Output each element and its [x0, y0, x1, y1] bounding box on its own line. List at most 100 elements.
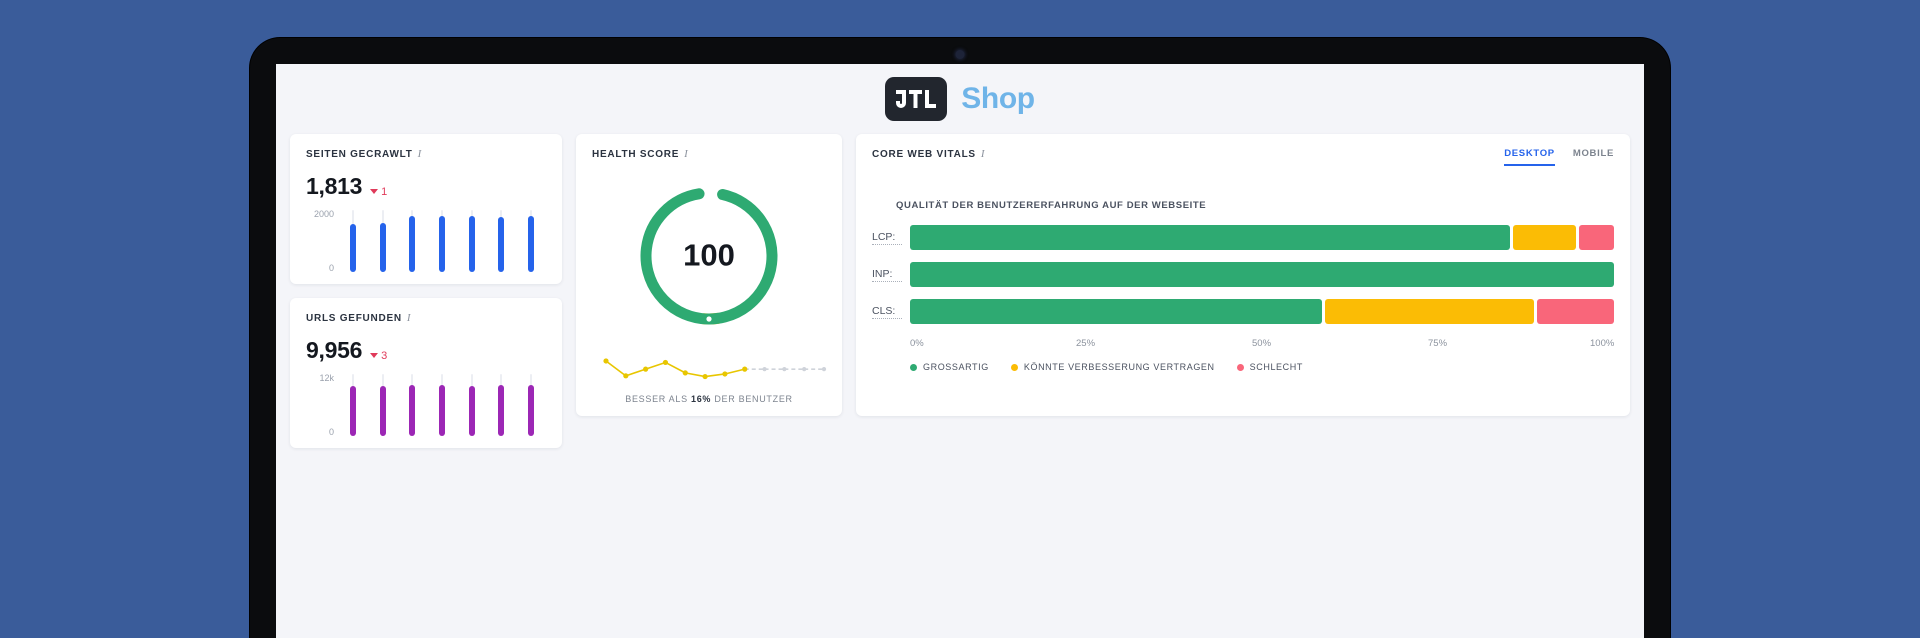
card-title-label: SEITEN GECRAWLT [306, 148, 413, 160]
cwv-segment-mid[interactable] [1513, 225, 1577, 250]
cwv-legend: GROSSARTIG KÖNNTE VERBESSERUNG VERTRAGEN S… [910, 362, 1614, 372]
cwv-subtitle: QUALITÄT DER BENUTZERERFAHRUNG AUF DER W… [896, 200, 1207, 211]
bar [468, 385, 475, 436]
cwv-row: INP: [872, 262, 1614, 287]
cwv-row-track [910, 299, 1614, 324]
scale-tick: 0% [910, 338, 924, 349]
tablet-frame: Shop SEITEN GECRAWLT i 1,813 [250, 38, 1670, 638]
cwv-segment-good[interactable] [910, 225, 1511, 250]
cwv-segment-good[interactable] [910, 299, 1322, 324]
cwv-row: LCP: [872, 225, 1614, 250]
health-score-gauge: 100 [634, 181, 784, 331]
brand-word: Shop [961, 82, 1035, 115]
bar-slot [468, 374, 475, 436]
bar [349, 386, 356, 436]
trend-point [782, 367, 787, 372]
info-icon[interactable]: i [981, 148, 985, 160]
info-icon[interactable]: i [407, 312, 411, 324]
chart-yaxis: 2000 0 [306, 209, 338, 273]
cwv-row-label[interactable]: CLS: [872, 305, 902, 319]
trend-point [662, 359, 669, 366]
trend-segment [704, 373, 726, 378]
bar-slot [409, 210, 416, 272]
cwv-bars: LCP: INP: CLS: [872, 225, 1614, 336]
cwv-segment-good[interactable] [910, 262, 1614, 287]
bar-slot [349, 210, 356, 272]
legend-dot-icon [910, 363, 917, 371]
metric-value: 9,956 [306, 337, 363, 363]
tab-desktop[interactable]: DESKTOP [1504, 148, 1555, 166]
metric-delta: 3 [370, 350, 387, 362]
metric-value: 1,813 [306, 173, 363, 199]
caret-down-icon [370, 189, 379, 194]
trend-segment [724, 368, 745, 375]
legend-dot-icon [1236, 363, 1244, 371]
cwv-row-label[interactable]: INP: [872, 268, 902, 282]
bar-slot [498, 210, 505, 272]
cwv-segment-mid[interactable] [1324, 299, 1535, 324]
note-suffix: DER BENUTZER [714, 394, 793, 404]
left-column: SEITEN GECRAWLT i 1,813 1 [290, 134, 562, 448]
legend-item[interactable]: KÖNNTE VERBESSERUNG VERTRAGEN [1010, 362, 1215, 372]
cwv-row-track [910, 262, 1614, 287]
note-value: 16% [691, 394, 712, 404]
bar-slot [498, 374, 505, 436]
camera-dot-icon [955, 50, 965, 59]
cwv-segment-bad[interactable] [1579, 225, 1614, 250]
caret-down-icon [370, 353, 379, 358]
bar [409, 384, 416, 436]
bar-slot [468, 210, 475, 272]
bar-slot [379, 374, 386, 436]
health-score-value: 100 [683, 237, 735, 273]
trend-point [702, 373, 708, 380]
card-title-label: HEALTH SCORE [592, 148, 680, 160]
info-icon[interactable]: i [418, 148, 422, 160]
bar [349, 223, 356, 272]
cwv-scale-axis: 0% 25% 50% 75% 100% [910, 338, 1614, 352]
card-title-health-score: HEALTH SCORE i [592, 148, 826, 160]
trend-point [821, 367, 827, 372]
trend-point [722, 371, 728, 377]
chart-bars [338, 374, 546, 436]
bar-slot [438, 210, 445, 272]
bar-slot [409, 374, 416, 436]
axis-label-top: 12k [319, 373, 334, 383]
screenshot-root: Shop SEITEN GECRAWLT i 1,813 [0, 0, 1920, 638]
trend-point [623, 373, 629, 379]
health-score-gauge-wrap: 100 [592, 162, 826, 350]
chart-pages-crawled: 2000 0 [306, 209, 546, 273]
trend-point [603, 358, 609, 364]
legend-item[interactable]: GROSSARTIG [910, 362, 989, 372]
cwv-segment-bad[interactable] [1537, 299, 1614, 324]
bar [468, 216, 475, 272]
bar [528, 216, 535, 272]
info-icon[interactable]: i [684, 148, 688, 160]
trend-segment [685, 372, 706, 378]
middle-column: HEALTH SCORE i 100 [576, 134, 842, 416]
bar [528, 384, 535, 436]
legend-item[interactable]: SCHLECHT [1236, 362, 1303, 372]
card-title-label: URLS GEFUNDEN [306, 312, 402, 324]
metric-delta-value: 1 [381, 185, 388, 198]
card-urls-found: URLS GEFUNDEN i 9,956 3 12 [290, 298, 562, 448]
tab-mobile[interactable]: MOBILE [1573, 148, 1614, 166]
bar-slot [528, 374, 535, 436]
trend-point [762, 367, 767, 372]
health-score-note: BESSER ALS 16% DER BENUTZER [592, 394, 826, 404]
metric-delta: 1 [370, 186, 387, 198]
trend-segment [605, 360, 627, 377]
card-core-web-vitals: CORE WEB VITALS i DESKTOP MOBILE QUALITÄ… [856, 134, 1630, 416]
bar-slot [349, 374, 356, 436]
cwv-tabs: DESKTOP MOBILE [1504, 148, 1614, 166]
trend-segment [645, 361, 666, 370]
axis-label-bottom: 0 [328, 263, 334, 273]
chart-urls-found: 12k 0 [306, 373, 546, 437]
cwv-row-label[interactable]: LCP: [872, 231, 902, 245]
chart-bars [338, 210, 546, 272]
scale-tick: 25% [1076, 338, 1096, 349]
metric-delta-value: 3 [381, 349, 388, 362]
card-title-urls-found: URLS GEFUNDEN i [306, 312, 546, 324]
note-prefix: BESSER ALS [625, 394, 688, 404]
cwv-row-track [910, 225, 1614, 250]
card-title-label: CORE WEB VITALS [872, 148, 976, 160]
